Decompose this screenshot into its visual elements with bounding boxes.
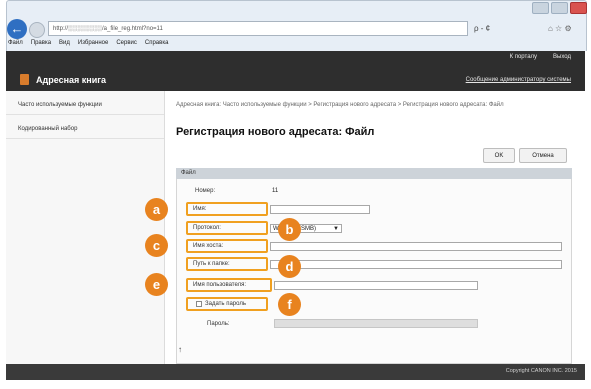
menu-file[interactable]: Файл [8, 40, 23, 46]
address-book-icon [20, 74, 29, 85]
copyright: Copyright CANON INC. 2015 [505, 368, 577, 374]
back-button[interactable]: ← [7, 19, 27, 39]
admin-message-link[interactable]: Сообщение администратору системы [466, 77, 571, 83]
to-portal-link[interactable]: К порталу [510, 54, 537, 60]
path-label: Путь к папке: [193, 261, 230, 267]
close-icon[interactable] [570, 2, 587, 14]
menu-view[interactable]: Вид [59, 40, 70, 46]
username-label: Имя пользователя: [193, 282, 247, 288]
page-bottom [0, 380, 591, 389]
name-field[interactable] [270, 205, 370, 214]
minimize-icon[interactable] [532, 2, 549, 14]
number-label: Номер: [195, 188, 216, 194]
path-field[interactable] [270, 260, 562, 269]
chevron-down-icon: ▼ [333, 226, 339, 232]
host-label: Имя хоста: [193, 243, 224, 249]
browser-toolbar-icons[interactable]: ⌂ ☆ ⚙ [548, 21, 572, 36]
username-field[interactable] [274, 281, 478, 290]
browser-menubar: Файл Правка Вид Избранное Сервис Справка [8, 40, 168, 46]
section-header: Файл [176, 168, 572, 179]
protocol-label: Протокол: [193, 225, 221, 231]
forward-button[interactable] [29, 22, 45, 38]
scroll-top-icon[interactable]: ↑ [178, 345, 182, 354]
address-bar[interactable]: http://░░░░░░░░/a_file_reg.html?no=11 [48, 21, 468, 36]
callout-b-marker: b [278, 218, 301, 241]
footer: Copyright CANON INC. 2015 [6, 364, 585, 380]
sidebar: Часто используемые функции Кодированный … [6, 91, 165, 364]
callout-a-marker: a [145, 198, 168, 221]
menu-favorites[interactable]: Избранное [78, 40, 108, 46]
host-field[interactable] [270, 242, 562, 251]
logout-link[interactable]: Выход [553, 54, 571, 60]
app-header: К порталу Выход Адресная книга Сообщение… [6, 51, 585, 91]
sidebar-item-coded-dial[interactable]: Кодированный набор [6, 119, 164, 139]
callout-e-marker: e [145, 273, 168, 296]
sidebar-item-frequent[interactable]: Часто используемые функции [6, 95, 164, 115]
menu-help[interactable]: Справка [145, 40, 169, 46]
app-title: Адресная книга [36, 75, 107, 85]
maximize-icon[interactable] [551, 2, 568, 14]
menu-tools[interactable]: Сервис [116, 40, 137, 46]
password-field [274, 319, 478, 328]
cancel-button[interactable]: Отмена [519, 148, 567, 163]
callout-d-marker: d [278, 255, 301, 278]
page-title: Регистрация нового адресата: Файл [176, 126, 375, 138]
window-controls [532, 2, 587, 14]
address-bar-controls[interactable]: ρ - ¢ [474, 21, 490, 36]
callout-c-marker: c [145, 234, 168, 257]
ok-button[interactable]: OK [483, 148, 515, 163]
number-value: 11 [272, 188, 279, 194]
menu-edit[interactable]: Правка [31, 40, 51, 46]
name-label: Имя: [193, 206, 207, 212]
set-password-label: Задать пароль [205, 301, 246, 307]
callout-f-marker: f [278, 293, 301, 316]
password-label: Пароль: [207, 321, 230, 327]
top-links: К порталу Выход [510, 54, 571, 60]
breadcrumb: Адресная книга: Часто используемые функц… [176, 102, 504, 108]
set-password-checkbox[interactable] [196, 301, 202, 307]
